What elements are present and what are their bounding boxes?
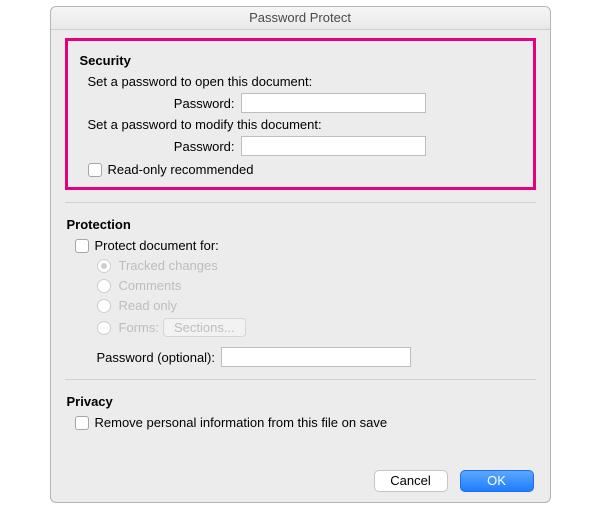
optional-password-label: Password (optional):: [97, 350, 216, 365]
forms-radio: [97, 321, 111, 335]
protect-document-label: Protect document for:: [95, 238, 219, 253]
read-only-checkbox[interactable]: [88, 163, 102, 177]
forms-label: Forms:: [119, 320, 159, 335]
open-password-input[interactable]: [241, 93, 426, 113]
open-password-label: Password:: [80, 96, 241, 111]
tracked-changes-label: Tracked changes: [119, 258, 218, 273]
protection-heading: Protection: [67, 217, 534, 232]
security-section-highlight: Security Set a password to open this doc…: [65, 38, 536, 190]
comments-radio: [97, 279, 111, 293]
comments-label: Comments: [119, 278, 182, 293]
read-only-label: Read-only recommended: [108, 162, 254, 177]
window-title: Password Protect: [51, 7, 550, 30]
optional-password-input[interactable]: [221, 347, 411, 367]
read-only-radio-label: Read only: [119, 298, 178, 313]
remove-personal-info-label: Remove personal information from this fi…: [95, 415, 388, 430]
security-heading: Security: [80, 53, 521, 68]
modify-password-input[interactable]: [241, 136, 426, 156]
modify-password-instruction: Set a password to modify this document:: [88, 117, 521, 132]
ok-button[interactable]: OK: [460, 470, 534, 492]
modify-password-label: Password:: [80, 139, 241, 154]
privacy-heading: Privacy: [67, 394, 534, 409]
read-only-radio: [97, 299, 111, 313]
tracked-changes-radio: [97, 259, 111, 273]
password-protect-dialog: Password Protect Security Set a password…: [50, 6, 551, 503]
open-password-instruction: Set a password to open this document:: [88, 74, 521, 89]
cancel-button[interactable]: Cancel: [374, 470, 448, 492]
sections-button: Sections...: [163, 318, 246, 337]
remove-personal-info-checkbox[interactable]: [75, 416, 89, 430]
protect-document-checkbox[interactable]: [75, 239, 89, 253]
